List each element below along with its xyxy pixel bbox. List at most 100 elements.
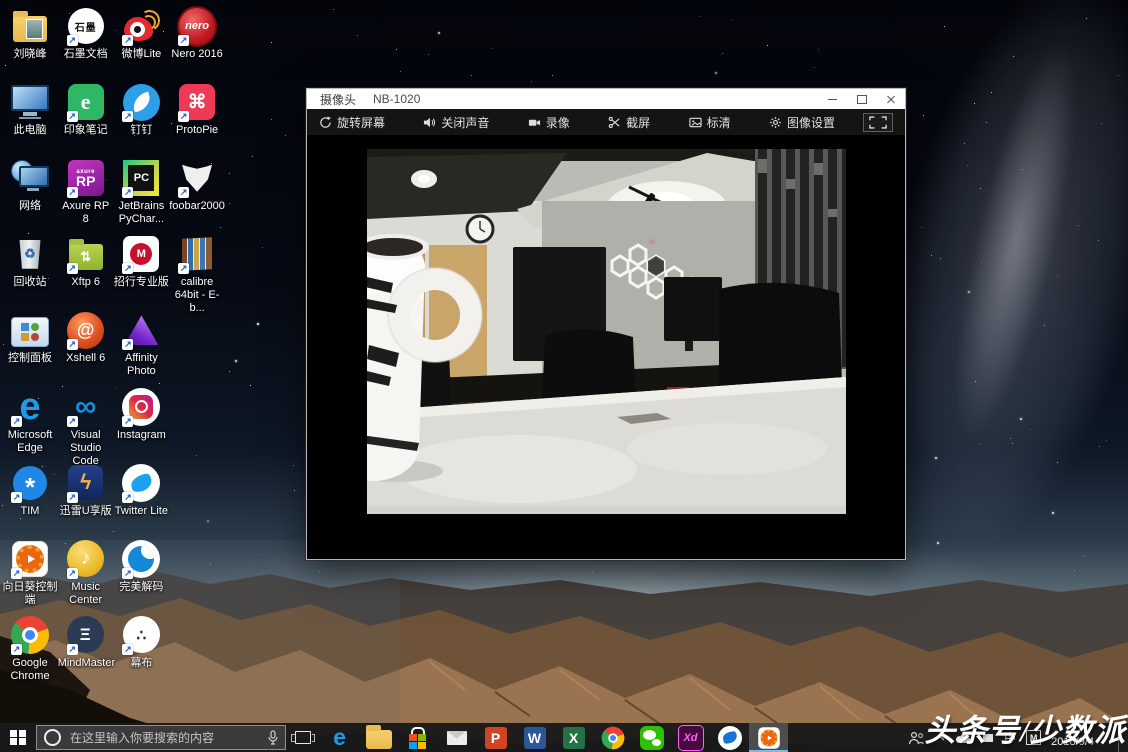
taskbar-app-edge[interactable]: e	[320, 723, 359, 752]
desktop-icon-label: 微博Lite	[113, 48, 169, 61]
toolbar-button-rotate-screen[interactable]: 旋转屏幕	[319, 114, 385, 131]
maximize-button[interactable]	[847, 89, 876, 109]
shortcut-arrow-icon: ↗	[122, 35, 133, 46]
desktop-icon-microsoft-edge[interactable]: e↗Microsoft Edge	[2, 387, 58, 455]
desktop-icon-network[interactable]: 网络	[2, 158, 58, 213]
taskbar-app-excel[interactable]: X	[554, 723, 593, 752]
recycle-bin-icon: ♻	[10, 234, 50, 274]
taskbar-app-sunflower-remote[interactable]	[749, 723, 788, 752]
shortcut-arrow-icon: ↗	[67, 416, 78, 427]
toolbar-button-screenshot[interactable]: 截屏	[608, 114, 650, 131]
desktop-icon-xftp-6[interactable]: ⇅↗Xftp 6	[58, 234, 114, 289]
microphone-icon[interactable]	[268, 730, 278, 745]
shortcut-arrow-icon: ↗	[122, 187, 133, 198]
desktop-icon-label: 印象笔记	[58, 124, 114, 137]
taskbar-app-powerpoint[interactable]: P	[476, 723, 515, 752]
ime-indicator[interactable]: 中	[1004, 729, 1016, 746]
weibo-lite-icon: ↗	[121, 6, 161, 46]
desktop-icon-label: 钉钉	[113, 124, 169, 137]
taskbar: e PWX Xd 中 M 2018/9/4	[0, 723, 1128, 752]
desktop-icon-label: Xftp 6	[58, 276, 114, 289]
desktop-icon-label: 网络	[2, 200, 58, 213]
taskbar-app-google-chrome[interactable]	[593, 723, 632, 752]
desktop-icon-calibre[interactable]: ↗calibre 64bit - E-b...	[169, 234, 225, 315]
perfect-decoder-icon: ↗	[121, 539, 161, 579]
minimize-button[interactable]	[818, 89, 847, 109]
toolbar-button-label: 截屏	[626, 114, 650, 131]
desktop-icon-perfect-decoder[interactable]: ↗ 完美解码	[113, 539, 169, 594]
toolbar-button-record-video[interactable]: 录像	[528, 114, 570, 131]
desktop-icon-foobar2000[interactable]: ↗foobar2000	[169, 158, 225, 213]
desktop-icon-jetbrains-pycharm[interactable]: PC↗JetBrains PyChar...	[113, 158, 169, 226]
taskbar-app-word[interactable]: W	[515, 723, 554, 752]
start-button[interactable]	[0, 723, 36, 752]
toolbar-button-mute-sound[interactable]: 关闭声音	[423, 114, 489, 131]
desktop-icon-google-chrome[interactable]: ↗ Google Chrome	[2, 615, 58, 683]
desktop-icon-shimo-docs[interactable]: 石墨↗石墨文档	[58, 6, 114, 61]
sunflower-remote-icon	[758, 727, 780, 749]
desktop-icon-this-pc[interactable]: 此电脑	[2, 82, 58, 137]
taskbar-app-microsoft-store[interactable]	[398, 723, 437, 752]
desktop-icon-mindmaster[interactable]: Ξ↗MindMaster	[58, 615, 114, 670]
desktop-icon-label: foobar2000	[169, 200, 225, 213]
m-badge-icon[interactable]: M	[1026, 730, 1041, 745]
desktop-icon-twitter-lite[interactable]: ↗Twitter Lite	[113, 463, 169, 518]
microsoft-store-icon	[409, 727, 426, 749]
app-window-icon[interactable]	[982, 733, 994, 743]
desktop-icon-sunflower-client[interactable]: ↗向日葵控制端	[2, 539, 58, 607]
desktop-icon-instagram[interactable]: ↗Instagram	[113, 387, 169, 442]
toolbar-button-definition[interactable]: 标清	[689, 114, 731, 131]
desktop-icon-recycle-bin[interactable]: ♻回收站	[2, 234, 58, 289]
taskbar-clock[interactable]: 2018/9/4	[1051, 736, 1094, 748]
people-icon[interactable]	[908, 731, 924, 745]
desktop-icon-mubu[interactable]: ∴↗幕布	[113, 615, 169, 670]
desktop-icon-axure-rp-8[interactable]: axureRP↗Axure RP 8	[58, 158, 114, 226]
desktop-icon-visual-studio-code[interactable]: ∞↗Visual Studio Code	[58, 387, 114, 468]
taskbar-search[interactable]	[36, 725, 286, 750]
desktop-icon-tim[interactable]: *↗TIM	[2, 463, 58, 518]
network-icon	[10, 158, 50, 198]
desktop-icon-xunlei-u[interactable]: ϟ↗迅雷U享版	[58, 463, 114, 518]
show-desktop-button[interactable]	[1118, 723, 1124, 752]
desktop-icon-protopie[interactable]: ⌘↗ProtoPie	[169, 82, 225, 137]
desktop-icon-liu-xiaofeng-folder[interactable]: 刘晓峰	[2, 6, 58, 61]
taskbar-app-thunder[interactable]	[710, 723, 749, 752]
cortana-icon	[44, 729, 61, 746]
desktop-icon-weibo-lite[interactable]: ↗ 微博Lite	[113, 6, 169, 61]
window-titlebar[interactable]: 摄像头 NB-1020	[307, 89, 905, 109]
taskbar-app-file-explorer[interactable]	[359, 723, 398, 752]
desktop-icon-control-panel[interactable]: 控制面板	[2, 310, 58, 365]
shortcut-arrow-icon: ↗	[122, 111, 133, 122]
desktop-icon-label: 完美解码	[113, 581, 169, 594]
taskbar-app-mail[interactable]	[437, 723, 476, 752]
picture-icon	[689, 116, 702, 129]
shortcut-arrow-icon: ↗	[11, 644, 22, 655]
onedrive-cloud-icon[interactable]	[955, 732, 972, 744]
taskbar-app-adobe-xd[interactable]: Xd	[671, 723, 710, 752]
desktop-icon-evernote[interactable]: e↗印象笔记	[58, 82, 114, 137]
desktop-icon-label: Google Chrome	[2, 657, 58, 683]
task-view-button[interactable]	[286, 723, 320, 752]
fullscreen-button[interactable]	[863, 113, 893, 132]
close-button[interactable]	[876, 89, 905, 109]
desktop-icon-nero-2016[interactable]: nero↗Nero 2016	[169, 6, 225, 61]
desktop-icon-xshell-6[interactable]: @↗Xshell 6	[58, 310, 114, 365]
toolbar-button-image-settings[interactable]: 图像设置	[769, 114, 835, 131]
calibre-icon: ↗	[177, 234, 217, 274]
taskbar-date: 2018/9/4	[1051, 736, 1094, 748]
shortcut-arrow-icon: ↗	[178, 111, 189, 122]
desktop-icon-cmb-pro[interactable]: M↗招行专业版	[113, 234, 169, 289]
desktop-icon-affinity-photo[interactable]: ↗Affinity Photo	[113, 310, 169, 378]
cmb-pro-icon: M↗	[121, 234, 161, 274]
toolbar-button-label: 标清	[707, 114, 731, 131]
search-input[interactable]	[68, 730, 261, 746]
taskbar-app-wechat[interactable]	[632, 723, 671, 752]
desktop-icon-dingtalk[interactable]: ↗ 钉钉	[113, 82, 169, 137]
shortcut-arrow-icon: ↗	[122, 644, 133, 655]
chevron-up-icon[interactable]	[934, 734, 945, 742]
affinity-photo-icon: ↗	[121, 310, 161, 350]
tim-icon: *↗	[10, 463, 50, 503]
edge-icon: e	[333, 726, 346, 749]
desktop-icon-music-center[interactable]: ♪↗Music Center	[58, 539, 114, 607]
system-tray: 中 M 2018/9/4	[908, 723, 1128, 752]
